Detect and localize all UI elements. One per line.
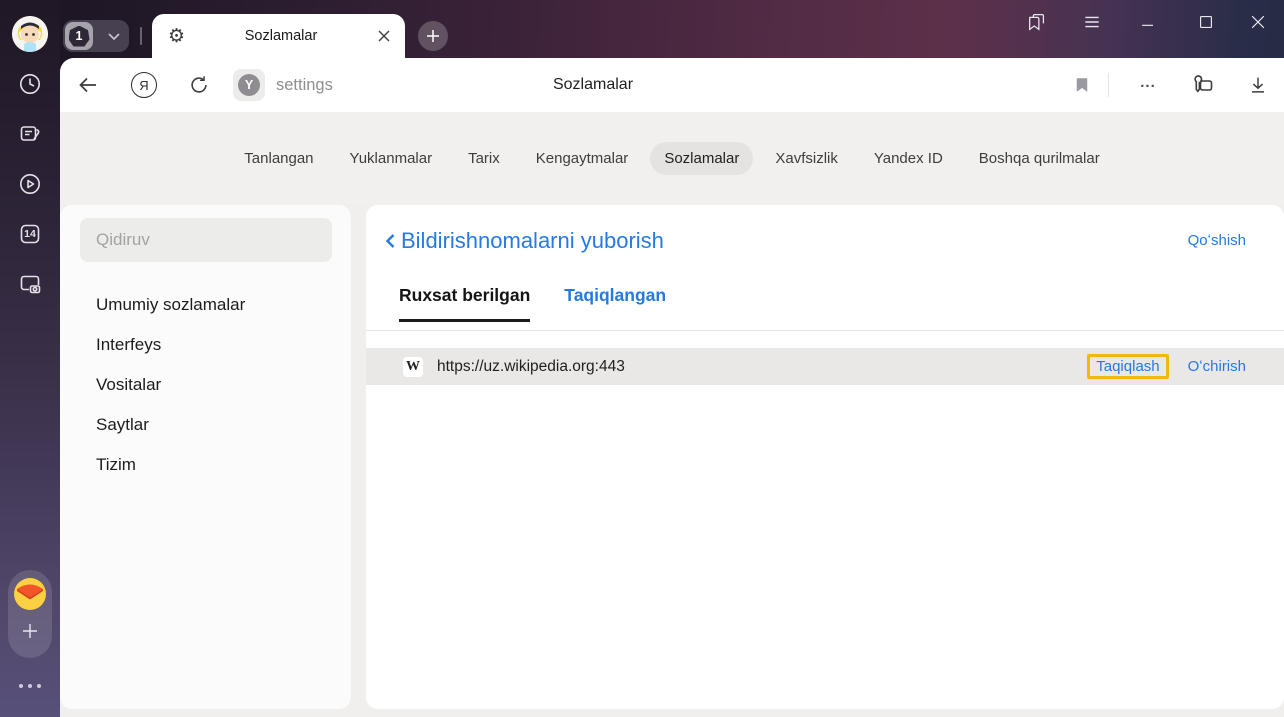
- sidebar-item-saytlar[interactable]: Saytlar: [60, 405, 351, 445]
- add-site-link[interactable]: Qoʻshish: [1188, 219, 1246, 263]
- notifications-settings-panel: Bildirishnomalarni yuborish Qoʻshish Rux…: [366, 205, 1284, 709]
- tab-group-counter[interactable]: 1: [63, 20, 129, 52]
- nav-tab-yandex-id[interactable]: Yandex ID: [860, 142, 957, 175]
- tab-blocked[interactable]: Taqiqlangan: [564, 285, 666, 322]
- tab-counter-shield-icon: 1: [65, 22, 93, 50]
- settings-section-list: Umumiy sozlamalar Interfeys Vositalar Sa…: [60, 285, 351, 485]
- wikipedia-favicon: W: [403, 357, 423, 377]
- sidebar-item-interfeys[interactable]: Interfeys: [60, 325, 351, 365]
- nav-tab-tanlangan[interactable]: Tanlangan: [230, 142, 327, 175]
- pinned-apps-panel: [8, 570, 52, 658]
- protect-badge-icon[interactable]: Y: [233, 69, 265, 101]
- add-panel-icon[interactable]: [21, 622, 39, 640]
- settings-nav-tabs: Tanlangan Yuklanmalar Tarix Kengaytmalar…: [60, 112, 1284, 205]
- tab-title: Sozlamalar: [185, 28, 377, 44]
- site-url: https://uz.wikipedia.org:443: [437, 358, 1087, 376]
- settings-gear-icon: ⚙: [168, 27, 185, 46]
- yandex-home-icon[interactable]: Я: [131, 72, 157, 98]
- plus-icon: [426, 29, 440, 43]
- back-chevron-icon[interactable]: [379, 229, 403, 253]
- section-title[interactable]: Bildirishnomalarni yuborish: [401, 219, 664, 263]
- screenshot-icon[interactable]: [18, 272, 42, 296]
- settings-search-input[interactable]: [80, 218, 332, 262]
- browser-side-rail: 14: [0, 0, 60, 717]
- settings-sidebar: Umumiy sozlamalar Interfeys Vositalar Sa…: [60, 205, 351, 709]
- window-minimize-button[interactable]: [1136, 10, 1160, 34]
- sidebar-item-umumiy-sozlamalar[interactable]: Umumiy sozlamalar: [60, 285, 351, 325]
- collections-icon[interactable]: [1025, 10, 1049, 34]
- site-permission-row[interactable]: W https://uz.wikipedia.org:443 Taqiqlash…: [366, 348, 1284, 385]
- window-close-button[interactable]: [1246, 10, 1270, 34]
- back-icon[interactable]: [76, 73, 100, 97]
- history-icon[interactable]: [18, 72, 42, 96]
- protect-letter: Y: [238, 74, 260, 96]
- refresh-icon[interactable]: [187, 73, 211, 97]
- active-browser-tab[interactable]: ⚙ Sozlamalar: [152, 14, 405, 58]
- toolbar-divider: [1108, 73, 1109, 97]
- nav-tab-boshqa-qurilmalar[interactable]: Boshqa qurilmalar: [965, 142, 1114, 175]
- bookmark-icon[interactable]: [1070, 73, 1094, 97]
- block-action-button[interactable]: Taqiqlash: [1087, 354, 1168, 379]
- nav-tab-sozlamalar[interactable]: Sozlamalar: [650, 142, 753, 175]
- calendar-icon[interactable]: 14: [18, 222, 42, 246]
- profile-avatar[interactable]: [12, 16, 48, 52]
- nav-tab-xavfsizlik[interactable]: Xavfsizlik: [761, 142, 852, 175]
- sidebar-item-vositalar[interactable]: Vositalar: [60, 365, 351, 405]
- rail-more-icon[interactable]: [0, 684, 60, 688]
- sidebar-item-tizim[interactable]: Tizim: [60, 445, 351, 485]
- tabs-divider: [366, 330, 1284, 331]
- panel-header: Bildirishnomalarni yuborish Qoʻshish: [366, 219, 1284, 263]
- nav-tab-kengaytmalar[interactable]: Kengaytmalar: [522, 142, 643, 175]
- chevron-down-icon[interactable]: [108, 33, 120, 40]
- new-tab-button[interactable]: [418, 21, 448, 51]
- browser-menu-icon[interactable]: [1080, 10, 1104, 34]
- permission-tabs: Ruxsat berilgan Taqiqlangan: [399, 285, 666, 322]
- tab-close-icon[interactable]: [377, 29, 391, 43]
- address-input[interactable]: settings: [276, 58, 333, 112]
- delete-action-button[interactable]: Oʻchirish: [1188, 358, 1246, 375]
- titlebar-divider: [140, 27, 142, 45]
- password-manager-icon[interactable]: [1191, 73, 1215, 97]
- address-toolbar: Я Y settings Sozlamalar ...: [60, 58, 1284, 112]
- nav-tab-tarix[interactable]: Tarix: [454, 142, 514, 175]
- browser-content-area: Я Y settings Sozlamalar ...: [60, 58, 1284, 717]
- nav-tab-yuklanmalar[interactable]: Yuklanmalar: [336, 142, 447, 175]
- calendar-day-label: 14: [18, 222, 42, 246]
- page-title: Sozlamalar: [553, 58, 633, 112]
- extensions-more-icon[interactable]: ...: [1134, 58, 1162, 108]
- avatar-illustration: [12, 16, 48, 52]
- yandex-mail-icon[interactable]: [14, 578, 46, 610]
- media-play-icon[interactable]: [18, 172, 42, 196]
- downloads-icon[interactable]: [1246, 73, 1270, 97]
- tab-count-label: 1: [69, 26, 90, 47]
- notes-icon[interactable]: [18, 122, 42, 146]
- tab-allowed[interactable]: Ruxsat berilgan: [399, 285, 530, 322]
- window-maximize-button[interactable]: [1194, 10, 1218, 34]
